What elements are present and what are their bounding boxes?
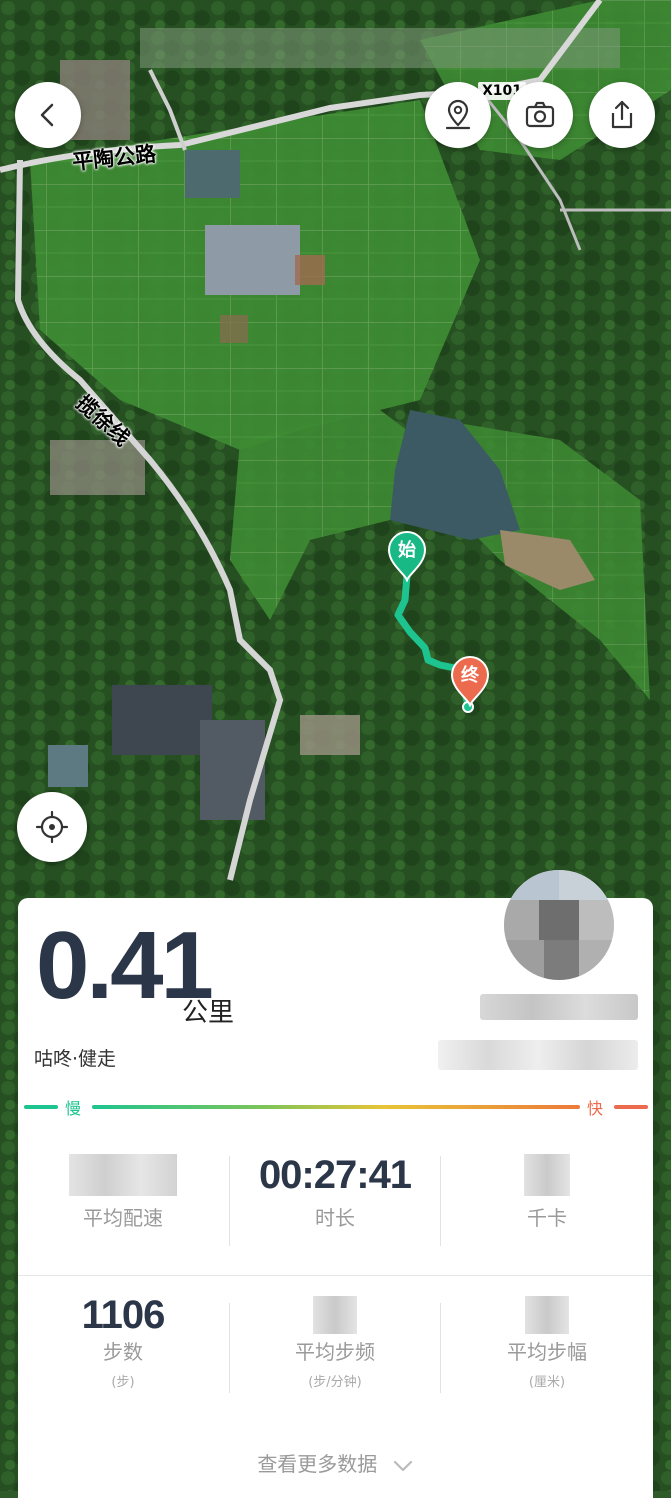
- share-icon: [611, 100, 633, 129]
- stat-cadence: 平均步频 (步/分钟): [230, 1290, 440, 1390]
- stat-value-redacted: [18, 1150, 228, 1200]
- view-more-data-button[interactable]: 查看更多数据: [18, 1448, 653, 1477]
- distance-unit: 公里: [182, 998, 235, 1028]
- stat-value-redacted: [442, 1290, 652, 1340]
- speed-scale-right: [614, 1105, 648, 1109]
- date-redacted: [438, 1040, 638, 1070]
- stat-calories: 千卡: [442, 1150, 652, 1231]
- divider: [229, 1303, 230, 1393]
- avatar-image: [504, 870, 614, 980]
- speed-scale-left: [24, 1105, 58, 1109]
- speed-scale: 慢 快: [24, 1099, 648, 1118]
- divider: [18, 1275, 653, 1276]
- divider: [440, 1156, 441, 1246]
- workout-summary-card: 0.41 公里 咕咚·健走 慢 快 平均配速 00:27:41 时长 千卡 11…: [18, 870, 653, 1498]
- route-start-pin[interactable]: 始: [387, 530, 427, 584]
- stat-stride: 平均步幅 (厘米): [442, 1290, 652, 1390]
- map-pin-icon: [445, 99, 471, 130]
- divider: [229, 1156, 230, 1246]
- chevron-down-icon: [393, 1460, 412, 1471]
- stat-value: 1106: [81, 1293, 166, 1337]
- speed-gradient: [92, 1105, 580, 1109]
- view-more-label: 查看更多数据: [257, 1452, 378, 1476]
- end-pin-label: 终: [461, 665, 479, 686]
- stat-label: 平均步频: [295, 1340, 375, 1364]
- stat-duration: 00:27:41 时长: [230, 1150, 440, 1231]
- stat-avg-pace: 平均配速: [18, 1150, 228, 1231]
- activity-type: 咕咚·健走: [34, 1048, 117, 1070]
- crosshair-icon: [35, 810, 69, 844]
- speed-fast-label: 快: [587, 1099, 604, 1118]
- stat-steps: 1106 步数 (步): [18, 1290, 228, 1390]
- back-button[interactable]: [15, 82, 81, 148]
- chevron-left-icon: [40, 103, 54, 127]
- stat-label: 千卡: [527, 1206, 567, 1230]
- stat-label: 步数: [103, 1340, 143, 1364]
- camera-button[interactable]: [507, 82, 573, 148]
- stat-value-redacted: [442, 1150, 652, 1200]
- stat-unit: (厘米): [528, 1375, 566, 1390]
- stat-label: 平均配速: [83, 1206, 163, 1230]
- stat-label: 时长: [315, 1206, 355, 1230]
- stat-value-redacted: [230, 1290, 440, 1340]
- locate-me-button[interactable]: [17, 792, 87, 862]
- divider: [440, 1303, 441, 1393]
- stat-label: 平均步幅: [507, 1340, 587, 1364]
- stat-unit: (步/分钟): [308, 1375, 362, 1390]
- user-name-redacted: [480, 994, 638, 1020]
- start-pin-label: 始: [398, 540, 416, 561]
- route-end-pin[interactable]: 终: [450, 655, 490, 709]
- speed-slow-label: 慢: [65, 1099, 82, 1118]
- stat-value: 00:27:41: [258, 1153, 412, 1197]
- location-button[interactable]: [425, 82, 491, 148]
- avatar[interactable]: [504, 870, 614, 980]
- camera-icon: [525, 101, 555, 128]
- stat-unit: (步): [111, 1375, 135, 1390]
- share-button[interactable]: [589, 82, 655, 148]
